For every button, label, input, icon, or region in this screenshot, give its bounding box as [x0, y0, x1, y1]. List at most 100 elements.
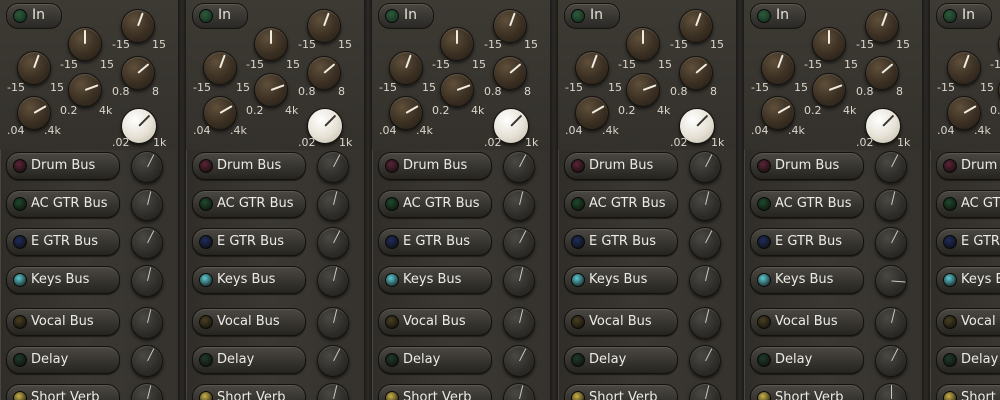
eq-freq-knob-mid[interactable]: [812, 73, 846, 107]
send-level-knob[interactable]: [131, 265, 163, 297]
eq-gain-knob-midhigh[interactable]: [812, 27, 846, 61]
send-level-knob[interactable]: [503, 383, 535, 400]
send-bus-button[interactable]: AC GTR Bus: [564, 190, 678, 218]
send-level-knob[interactable]: [689, 345, 721, 377]
eq-gain-knob-low[interactable]: [389, 51, 423, 85]
send-bus-button[interactable]: Keys Bus: [378, 266, 492, 294]
send-level-knob[interactable]: [131, 307, 163, 339]
send-level-knob[interactable]: [503, 227, 535, 259]
send-bus-button[interactable]: AC GTR Bus: [378, 190, 492, 218]
send-bus-button[interactable]: Vocal Bus: [564, 308, 678, 336]
send-level-knob[interactable]: [689, 307, 721, 339]
eq-freq-knob-mid[interactable]: [254, 73, 288, 107]
send-bus-button[interactable]: Short Verb: [378, 384, 492, 400]
eq-freq-knob-mid[interactable]: [626, 73, 660, 107]
send-bus-button[interactable]: Keys Bus: [564, 266, 678, 294]
send-bus-button[interactable]: Short Verb: [564, 384, 678, 400]
send-level-knob[interactable]: [317, 151, 349, 183]
send-level-knob[interactable]: [875, 227, 907, 259]
send-bus-button[interactable]: Short Verb: [936, 384, 1000, 400]
eq-gain-knob-low[interactable]: [17, 51, 51, 85]
send-bus-button[interactable]: Vocal Bus: [192, 308, 306, 336]
send-bus-button[interactable]: Delay: [378, 346, 492, 374]
send-level-knob[interactable]: [503, 345, 535, 377]
send-level-knob[interactable]: [317, 383, 349, 400]
send-bus-button[interactable]: Vocal Bus: [936, 308, 1000, 336]
send-bus-button[interactable]: Delay: [6, 346, 120, 374]
send-level-knob[interactable]: [503, 151, 535, 183]
send-bus-button[interactable]: Delay: [936, 346, 1000, 374]
send-level-knob[interactable]: [131, 227, 163, 259]
send-bus-button[interactable]: Drum Bus: [750, 152, 864, 180]
send-level-knob[interactable]: [503, 189, 535, 221]
send-bus-button[interactable]: Keys Bus: [6, 266, 120, 294]
eq-gain-knob-low[interactable]: [575, 51, 609, 85]
eq-in-button[interactable]: In: [750, 3, 806, 29]
send-bus-button[interactable]: Vocal Bus: [378, 308, 492, 336]
eq-gain-knob-low[interactable]: [947, 51, 981, 85]
send-level-knob[interactable]: [875, 383, 907, 400]
send-bus-button[interactable]: AC GTR Bus: [936, 190, 1000, 218]
send-level-knob[interactable]: [875, 151, 907, 183]
send-level-knob[interactable]: [689, 383, 721, 400]
eq-freq-knob-mid[interactable]: [440, 73, 474, 107]
send-bus-button[interactable]: Short Verb: [192, 384, 306, 400]
send-level-knob[interactable]: [131, 383, 163, 400]
send-bus-button[interactable]: Delay: [750, 346, 864, 374]
send-bus-button[interactable]: E GTR Bus: [936, 228, 1000, 256]
send-bus-button[interactable]: Delay: [564, 346, 678, 374]
eq-in-button[interactable]: In: [378, 3, 434, 29]
send-level-knob[interactable]: [317, 265, 349, 297]
send-level-knob[interactable]: [875, 307, 907, 339]
send-bus-button[interactable]: Short Verb: [750, 384, 864, 400]
send-level-knob[interactable]: [689, 265, 721, 297]
send-bus-button[interactable]: Drum Bus: [936, 152, 1000, 180]
eq-gain-knob-low[interactable]: [761, 51, 795, 85]
send-level-knob[interactable]: [689, 189, 721, 221]
send-level-knob[interactable]: [689, 227, 721, 259]
send-bus-button[interactable]: Drum Bus: [192, 152, 306, 180]
send-bus-button[interactable]: Drum Bus: [378, 152, 492, 180]
send-level-knob[interactable]: [317, 189, 349, 221]
eq-freq-knob-mid[interactable]: [68, 73, 102, 107]
send-bus-button[interactable]: E GTR Bus: [378, 228, 492, 256]
send-level-knob[interactable]: [875, 265, 907, 297]
send-bus-button[interactable]: Vocal Bus: [6, 308, 120, 336]
send-level-knob[interactable]: [689, 151, 721, 183]
send-level-knob[interactable]: [875, 189, 907, 221]
eq-in-button[interactable]: In: [192, 3, 248, 29]
send-bus-button[interactable]: Drum Bus: [6, 152, 120, 180]
send-level-knob[interactable]: [317, 307, 349, 339]
send-bus-button[interactable]: Vocal Bus: [750, 308, 864, 336]
eq-in-button[interactable]: In: [564, 3, 620, 29]
send-level-knob[interactable]: [503, 265, 535, 297]
eq-in-button[interactable]: In: [6, 3, 62, 29]
eq-gain-knob-midhigh[interactable]: [626, 27, 660, 61]
send-bus-button[interactable]: AC GTR Bus: [6, 190, 120, 218]
send-level-knob[interactable]: [131, 345, 163, 377]
eq-gain-knob-midhigh[interactable]: [440, 27, 474, 61]
knob-indicator: [84, 84, 99, 91]
send-bus-button[interactable]: AC GTR Bus: [192, 190, 306, 218]
send-bus-button[interactable]: E GTR Bus: [564, 228, 678, 256]
send-bus-button[interactable]: E GTR Bus: [6, 228, 120, 256]
eq-gain-knob-low[interactable]: [203, 51, 237, 85]
send-bus-button[interactable]: Delay: [192, 346, 306, 374]
send-bus-button[interactable]: Keys Bus: [192, 266, 306, 294]
eq-gain-knob-midhigh[interactable]: [254, 27, 288, 61]
send-level-knob[interactable]: [875, 345, 907, 377]
eq-in-button[interactable]: In: [936, 3, 992, 29]
send-bus-button[interactable]: Keys Bus: [936, 266, 1000, 294]
send-bus-button[interactable]: Drum Bus: [564, 152, 678, 180]
send-level-knob[interactable]: [503, 307, 535, 339]
send-bus-button[interactable]: AC GTR Bus: [750, 190, 864, 218]
send-bus-button[interactable]: E GTR Bus: [192, 228, 306, 256]
send-bus-button[interactable]: E GTR Bus: [750, 228, 864, 256]
send-level-knob[interactable]: [317, 345, 349, 377]
send-level-knob[interactable]: [317, 227, 349, 259]
send-bus-button[interactable]: Keys Bus: [750, 266, 864, 294]
eq-gain-knob-midhigh[interactable]: [68, 27, 102, 61]
send-bus-button[interactable]: Short Verb: [6, 384, 120, 400]
send-level-knob[interactable]: [131, 151, 163, 183]
send-level-knob[interactable]: [131, 189, 163, 221]
